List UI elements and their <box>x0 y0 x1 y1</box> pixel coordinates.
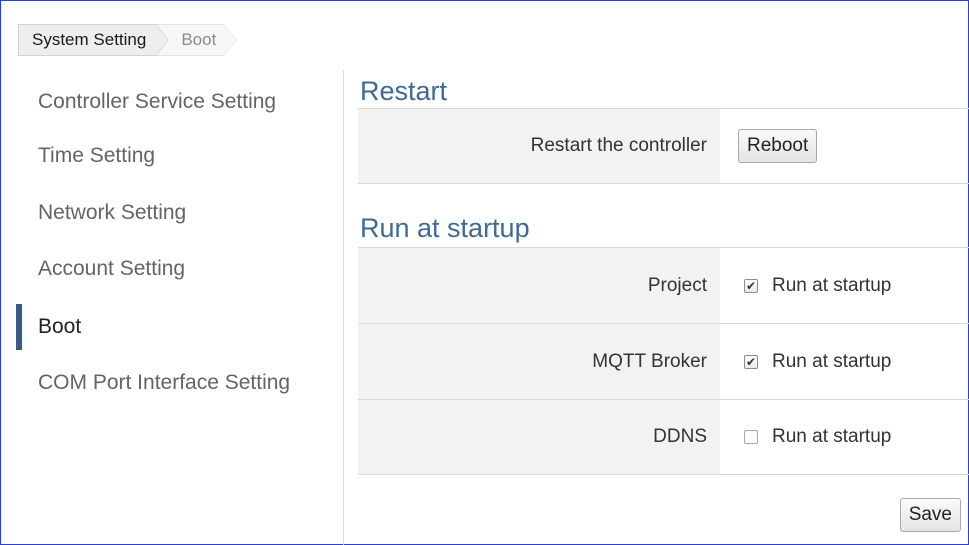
sidebar-item-label: Time Setting <box>38 144 156 167</box>
breadcrumb: System Setting Boot <box>18 24 238 56</box>
sidebar-item-network-setting[interactable]: Network Setting <box>16 190 336 236</box>
startup-value-mqtt-broker: ✔ Run at startup <box>720 324 969 399</box>
section-title-restart: Restart <box>360 76 448 106</box>
mqtt-broker-option-label: Run at startup <box>772 350 892 372</box>
sidebar-item-com-port-interface-setting[interactable]: COM Port Interface Setting <box>16 360 336 406</box>
save-button[interactable]: Save <box>899 498 961 532</box>
sidebar: Controller Service Setting Time Setting … <box>0 70 344 545</box>
sidebar-item-account-setting[interactable]: Account Setting <box>16 246 336 292</box>
sidebar-divider <box>343 70 344 545</box>
startup-row-mqtt-broker: MQTT Broker ✔ Run at startup <box>358 323 969 399</box>
startup-row-ddns: DDNS Run at startup <box>358 399 969 475</box>
startup-label-mqtt-broker: MQTT Broker <box>358 324 720 399</box>
startup-label-project: Project <box>358 248 720 323</box>
sidebar-item-label: Controller Service Setting <box>38 90 277 113</box>
main-content: Restart Restart the controller Reboot Ru… <box>358 70 969 545</box>
startup-value-project: ✔ Run at startup <box>720 248 969 323</box>
startup-row-project: Project ✔ Run at startup <box>358 247 969 323</box>
restart-value: Reboot <box>720 109 969 183</box>
project-checkbox[interactable]: ✔ <box>744 278 758 293</box>
reboot-button[interactable]: Reboot <box>738 129 818 163</box>
mqtt-broker-checkbox[interactable]: ✔ <box>744 354 758 369</box>
sidebar-item-label: COM Port Interface Setting <box>38 371 291 394</box>
startup-label-ddns: DDNS <box>358 400 720 474</box>
sidebar-item-label: Account Setting <box>38 257 186 280</box>
sidebar-item-boot[interactable]: Boot <box>16 304 336 350</box>
section-title-run-at-startup: Run at startup <box>360 213 530 243</box>
sidebar-item-label: Network Setting <box>38 201 187 224</box>
project-option-label: Run at startup <box>772 274 892 296</box>
breadcrumb-system-setting[interactable]: System Setting <box>18 24 170 56</box>
sidebar-item-label: Boot <box>38 315 82 338</box>
ddns-option-label: Run at startup <box>772 426 892 447</box>
sidebar-item-time-setting[interactable]: Time Setting <box>16 133 336 179</box>
ddns-checkbox[interactable] <box>744 430 758 444</box>
startup-value-ddns: Run at startup <box>720 400 969 474</box>
restart-label: Restart the controller <box>358 109 720 183</box>
restart-row: Restart the controller Reboot <box>358 108 969 184</box>
sidebar-item-controller-service-setting[interactable]: Controller Service Setting <box>16 79 336 125</box>
